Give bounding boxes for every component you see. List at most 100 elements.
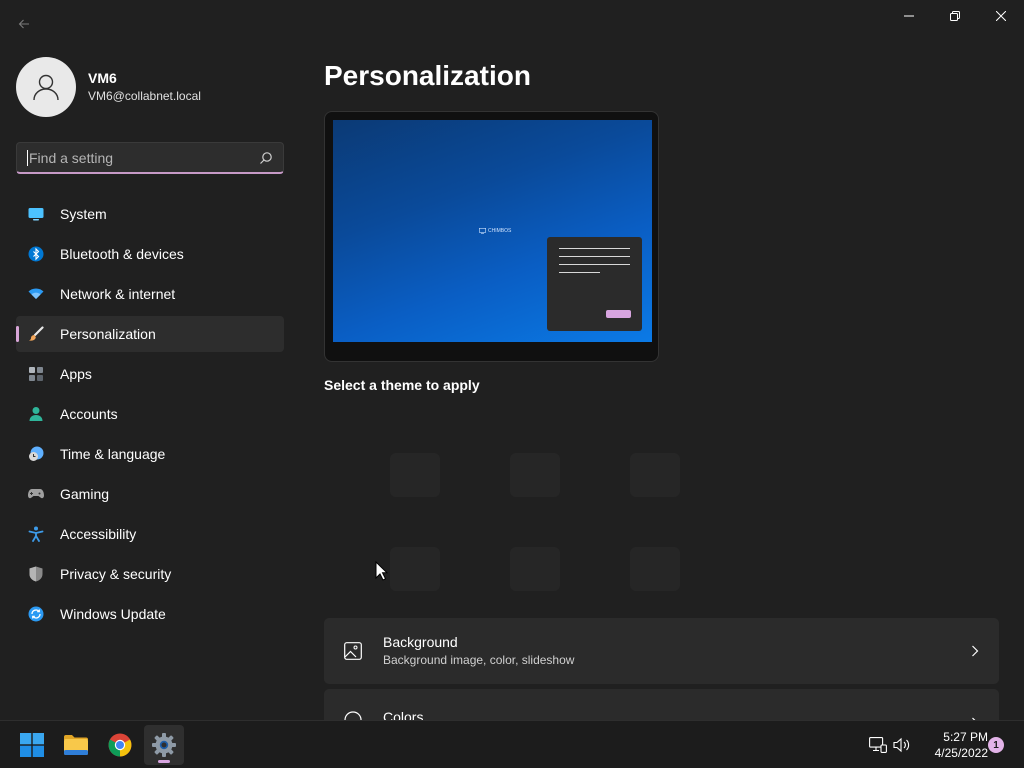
search-icon[interactable] bbox=[259, 151, 273, 165]
minimize-button[interactable] bbox=[886, 0, 932, 32]
card-subtitle: Background image, color, slideshow bbox=[383, 653, 575, 667]
settings-taskbar-button[interactable] bbox=[144, 725, 184, 765]
preview-line bbox=[559, 248, 630, 249]
page-title: Personalization bbox=[324, 60, 531, 91]
theme-placeholder[interactable] bbox=[630, 547, 680, 591]
sidebar-item-label: System bbox=[60, 206, 107, 222]
card-text: Background Background image, color, slid… bbox=[383, 633, 967, 669]
sidebar-item-accessibility[interactable]: Accessibility bbox=[16, 516, 284, 552]
theme-placeholder[interactable] bbox=[510, 547, 560, 591]
monitor-icon bbox=[28, 206, 44, 222]
sidebar-item-label: Personalization bbox=[60, 326, 156, 342]
theme-placeholder[interactable] bbox=[390, 453, 440, 497]
network-icon bbox=[869, 737, 887, 753]
sidebar-item-label: Accessibility bbox=[60, 526, 137, 542]
minimize-icon bbox=[904, 15, 914, 17]
clock-date: 4/25/2022 bbox=[934, 746, 988, 760]
palette-icon bbox=[343, 710, 363, 720]
preview-line bbox=[559, 264, 630, 265]
preview-window bbox=[547, 237, 642, 331]
sidebar-item-label: Apps bbox=[60, 366, 92, 382]
card-text: Colors bbox=[383, 708, 967, 720]
preview-line bbox=[559, 256, 630, 257]
restore-button[interactable] bbox=[932, 0, 978, 32]
back-button[interactable] bbox=[12, 12, 36, 36]
sidebar-item-system[interactable]: System bbox=[16, 196, 284, 232]
search-box[interactable] bbox=[16, 142, 284, 174]
user-profile[interactable]: VM6 VM6@collabnet.local bbox=[16, 57, 201, 117]
taskbar: 5:27 PM 4/25/2022 1 bbox=[0, 720, 1024, 768]
arrow-left-icon bbox=[18, 19, 29, 29]
theme-placeholder[interactable] bbox=[510, 453, 560, 497]
sidebar-item-label: Network & internet bbox=[60, 286, 176, 302]
sidebar-item-label: Accounts bbox=[60, 406, 118, 422]
user-placeholder-icon bbox=[33, 74, 59, 101]
speaker-icon bbox=[893, 737, 910, 753]
gear-icon bbox=[152, 733, 176, 757]
gamepad-icon bbox=[28, 486, 44, 502]
clock-time: 5:27 PM bbox=[943, 730, 988, 744]
sidebar-item-label: Privacy & security bbox=[60, 566, 172, 582]
bluetooth-icon bbox=[28, 246, 44, 262]
taskbar-clock[interactable]: 5:27 PM 4/25/2022 bbox=[918, 729, 988, 761]
sidebar-item-apps[interactable]: Apps bbox=[16, 356, 284, 392]
accessibility-icon bbox=[28, 526, 44, 542]
sidebar-item-gaming[interactable]: Gaming bbox=[16, 476, 284, 512]
person-icon bbox=[28, 406, 44, 422]
sidebar-item-label: Bluetooth & devices bbox=[60, 246, 184, 262]
preview-desktop: CHIMBOS bbox=[333, 120, 652, 342]
window-caption-buttons bbox=[886, 0, 1024, 32]
background-setting-card[interactable]: Background Background image, color, slid… bbox=[324, 618, 999, 684]
preview-line bbox=[559, 272, 600, 273]
sidebar-item-windows-update[interactable]: Windows Update bbox=[16, 596, 284, 632]
mouse-cursor bbox=[375, 560, 389, 586]
preview-logo: CHIMBOS bbox=[479, 228, 511, 234]
colors-setting-card[interactable]: Colors bbox=[324, 689, 999, 720]
sidebar-item-network[interactable]: Network & internet bbox=[16, 276, 284, 312]
preview-logo-text: CHIMBOS bbox=[488, 228, 512, 234]
sidebar-item-label: Gaming bbox=[60, 486, 110, 502]
image-icon bbox=[343, 641, 363, 661]
folder-icon bbox=[64, 735, 88, 755]
sidebar-item-bluetooth[interactable]: Bluetooth & devices bbox=[16, 236, 284, 272]
volume-tray-button[interactable] bbox=[892, 735, 912, 755]
sidebar-item-time-language[interactable]: Time & language bbox=[16, 436, 284, 472]
sidebar-item-accounts[interactable]: Accounts bbox=[16, 396, 284, 432]
sidebar-nav: System Bluetooth & devices Network & int… bbox=[16, 196, 284, 636]
settings-window: VM6 VM6@collabnet.local System Bluetooth… bbox=[0, 0, 1024, 720]
paintbrush-icon bbox=[28, 326, 44, 342]
avatar bbox=[16, 57, 76, 117]
windows-logo-icon bbox=[20, 733, 44, 757]
chrome-button[interactable] bbox=[100, 725, 140, 765]
card-title: Background bbox=[383, 634, 458, 650]
chevron-right-icon bbox=[967, 643, 983, 659]
sidebar-item-personalization[interactable]: Personalization bbox=[16, 316, 284, 352]
theme-placeholder[interactable] bbox=[390, 547, 440, 591]
profile-text: VM6 VM6@collabnet.local bbox=[88, 69, 201, 105]
start-button[interactable] bbox=[12, 725, 52, 765]
theme-preview: CHIMBOS bbox=[324, 111, 659, 362]
file-explorer-button[interactable] bbox=[56, 725, 96, 765]
clock-globe-icon bbox=[28, 446, 44, 462]
notification-badge[interactable]: 1 bbox=[988, 737, 1004, 753]
shield-icon bbox=[28, 566, 44, 582]
theme-placeholder[interactable] bbox=[630, 453, 680, 497]
monitor-logo-icon bbox=[479, 228, 486, 234]
theme-section-label: Select a theme to apply bbox=[324, 377, 480, 393]
restore-icon bbox=[950, 11, 960, 21]
preview-accent-button bbox=[606, 310, 631, 318]
close-button[interactable] bbox=[978, 0, 1024, 32]
search-input[interactable] bbox=[29, 149, 259, 166]
profile-name: VM6 bbox=[88, 70, 117, 86]
chrome-icon bbox=[108, 733, 132, 757]
sidebar-item-label: Windows Update bbox=[60, 606, 166, 622]
profile-email: VM6@collabnet.local bbox=[88, 89, 201, 103]
wifi-icon bbox=[28, 286, 44, 302]
sync-icon bbox=[28, 606, 44, 622]
network-tray-button[interactable] bbox=[868, 735, 888, 755]
card-title: Colors bbox=[383, 709, 424, 720]
theme-grid-loading bbox=[390, 453, 690, 603]
sidebar-item-label: Time & language bbox=[60, 446, 166, 462]
sidebar-item-privacy-security[interactable]: Privacy & security bbox=[16, 556, 284, 592]
text-caret bbox=[27, 149, 28, 166]
